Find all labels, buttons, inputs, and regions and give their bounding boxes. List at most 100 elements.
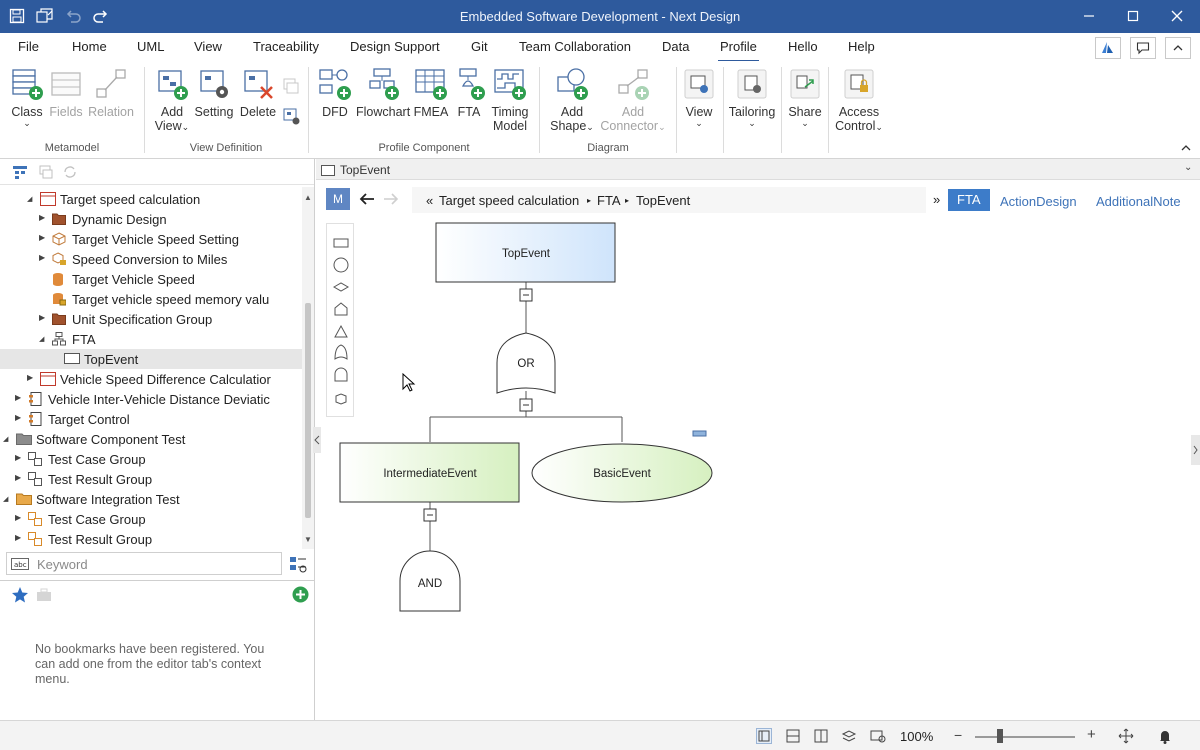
minimize-icon[interactable] xyxy=(1078,6,1100,26)
tree-item[interactable]: ▶ Test Case Group xyxy=(0,509,302,529)
collapse-arrow-icon[interactable]: ▶ xyxy=(27,373,37,385)
sync-icon[interactable] xyxy=(62,164,78,183)
fta-button[interactable]: FTA xyxy=(452,67,486,119)
zoom-out-icon[interactable]: − xyxy=(954,727,962,743)
expand-arrow-icon[interactable]: ◢ xyxy=(3,435,13,447)
share-button[interactable]: Share ⌄ xyxy=(788,67,822,128)
tree-item[interactable]: ◢ Target speed calculation xyxy=(0,189,302,209)
tree-item[interactable]: ▶ Test Result Group xyxy=(0,469,302,489)
editor-tab-topevent[interactable]: TopEvent ⌄ xyxy=(316,159,1200,180)
and-gate-node[interactable]: AND xyxy=(399,550,461,612)
tree-item[interactable]: ▶ Unit Specification Group xyxy=(0,309,302,329)
add-view-button[interactable]: Add View⌄ xyxy=(152,67,192,134)
horizontal-split-icon[interactable] xyxy=(785,728,801,744)
tab-list-icon[interactable]: ⌄ xyxy=(1184,162,1192,173)
tree-item[interactable]: ▶ Test Case Group xyxy=(0,449,302,469)
expand-arrow-icon[interactable]: ◢ xyxy=(27,195,37,207)
tree-scrollbar[interactable]: ▲ ▼ xyxy=(302,187,314,549)
view-tab-additionalnote[interactable]: AdditionalNote xyxy=(1096,194,1181,209)
back-arrow-icon[interactable] xyxy=(358,191,376,210)
fmea-button[interactable]: FMEA xyxy=(413,67,449,119)
collapse-arrow-icon[interactable]: ▶ xyxy=(15,473,25,485)
breadcrumb-open-marker[interactable]: « xyxy=(426,193,433,208)
collapse-arrow-icon[interactable]: ▶ xyxy=(15,513,25,525)
collapse-arrow-icon[interactable]: ▶ xyxy=(15,413,25,425)
tree-view-icon[interactable] xyxy=(12,164,28,183)
briefcase-icon[interactable] xyxy=(36,587,52,606)
mode-button[interactable]: M xyxy=(326,188,350,210)
tab-view[interactable]: View xyxy=(194,39,222,54)
basic-event-node[interactable]: BasicEvent xyxy=(531,443,713,503)
dfd-button[interactable]: DFD xyxy=(318,67,352,119)
tree-item[interactable]: ▶ Vehicle Speed Difference Calculatior xyxy=(0,369,302,389)
view-button[interactable]: View ⌄ xyxy=(682,67,716,128)
tree-item[interactable]: ▶ Test Result Group xyxy=(0,529,302,549)
collapse-up-icon[interactable] xyxy=(1180,142,1194,156)
move-icon[interactable] xyxy=(1118,728,1134,744)
tab-design-support[interactable]: Design Support xyxy=(350,39,440,54)
zoom-slider-thumb[interactable] xyxy=(997,729,1003,743)
zoom-slider[interactable] xyxy=(975,736,1075,738)
tree-item[interactable]: Target Vehicle Speed xyxy=(0,269,302,289)
tab-home[interactable]: Home xyxy=(72,39,107,54)
collapse-toggle-icon[interactable] xyxy=(519,288,533,302)
layers-icon[interactable] xyxy=(38,164,54,183)
collapse-toggle-icon[interactable] xyxy=(519,398,533,412)
right-pane-toggle-icon[interactable] xyxy=(1191,435,1200,465)
collapse-arrow-icon[interactable]: ▶ xyxy=(15,453,25,465)
collapse-arrow-icon[interactable]: ▶ xyxy=(39,313,49,325)
scroll-down-icon[interactable]: ▼ xyxy=(304,535,312,544)
tree-item[interactable]: TopEvent xyxy=(0,349,302,369)
tailoring-button[interactable]: Tailoring ⌄ xyxy=(728,67,776,128)
tab-git[interactable]: Git xyxy=(471,39,488,54)
vertical-split-icon[interactable] xyxy=(813,728,829,744)
tree-item[interactable]: ▶ Target Vehicle Speed Setting xyxy=(0,229,302,249)
top-event-node[interactable]: TopEvent xyxy=(435,222,616,283)
fit-view-icon[interactable] xyxy=(869,728,886,744)
copy-view-icon[interactable] xyxy=(282,77,300,95)
tab-profile[interactable]: Profile xyxy=(718,39,759,62)
star-icon[interactable] xyxy=(11,586,29,607)
add-shape-button[interactable]: Add Shape⌄ xyxy=(548,67,596,134)
tree-item[interactable]: ◢ FTA xyxy=(0,329,302,349)
view-tab-actiondesign[interactable]: ActionDesign xyxy=(1000,194,1077,209)
breadcrumb-item-fta[interactable]: FTA xyxy=(597,193,621,208)
fields-button[interactable]: Fields xyxy=(48,67,84,119)
close-icon[interactable] xyxy=(1166,6,1188,26)
view-settings-icon[interactable] xyxy=(282,107,300,125)
tab-data[interactable]: Data xyxy=(662,39,689,54)
tab-help[interactable]: Help xyxy=(848,39,875,54)
notification-bell-icon[interactable] xyxy=(1157,728,1173,744)
flowchart-button[interactable]: Flowchart xyxy=(356,67,410,119)
tab-traceability[interactable]: Traceability xyxy=(253,39,319,54)
collapse-arrow-icon[interactable]: ▶ xyxy=(15,393,25,405)
tree-item[interactable]: ◢ Software Integration Test xyxy=(0,489,302,509)
expand-arrow-icon[interactable]: ◢ xyxy=(39,335,49,347)
collapse-arrow-icon[interactable]: ▶ xyxy=(15,533,25,545)
tree-item[interactable]: ▶ Speed Conversion to Miles xyxy=(0,249,302,269)
breadcrumb-item-target-speed-calculation[interactable]: Target speed calculation xyxy=(439,193,579,208)
setting-button[interactable]: Setting xyxy=(194,67,234,119)
access-control-button[interactable]: Access Control⌄ xyxy=(833,67,885,134)
tree-item[interactable]: ◢ Software Component Test xyxy=(0,429,302,449)
maximize-icon[interactable] xyxy=(1122,6,1144,26)
search-input[interactable]: abc Keyword xyxy=(6,552,282,575)
tab-uml[interactable]: UML xyxy=(137,39,164,54)
intermediate-event-node[interactable]: IntermediateEvent xyxy=(339,442,520,503)
zoom-level[interactable]: 100% xyxy=(900,729,933,744)
add-connector-button[interactable]: Add Connector⌄ xyxy=(600,67,666,134)
zoom-in-icon[interactable]: + xyxy=(1087,726,1096,743)
expand-arrow-icon[interactable]: ◢ xyxy=(3,495,13,507)
resize-handle[interactable] xyxy=(692,430,707,437)
tab-file[interactable]: File xyxy=(18,39,39,54)
collapse-toggle-icon[interactable] xyxy=(423,508,437,522)
scrollbar-thumb[interactable] xyxy=(305,303,311,518)
add-bookmark-icon[interactable] xyxy=(292,586,309,606)
collapse-arrow-icon[interactable]: ▶ xyxy=(39,213,49,225)
tree-item[interactable]: ▶ Vehicle Inter-Vehicle Distance Deviatic xyxy=(0,389,302,409)
breadcrumb-more-marker[interactable]: » xyxy=(933,192,940,207)
collapse-arrow-icon[interactable]: ▶ xyxy=(39,233,49,245)
single-pane-layout-icon[interactable] xyxy=(756,728,772,744)
tab-hello[interactable]: Hello xyxy=(788,39,818,54)
collapse-ribbon-icon[interactable] xyxy=(1165,37,1191,59)
